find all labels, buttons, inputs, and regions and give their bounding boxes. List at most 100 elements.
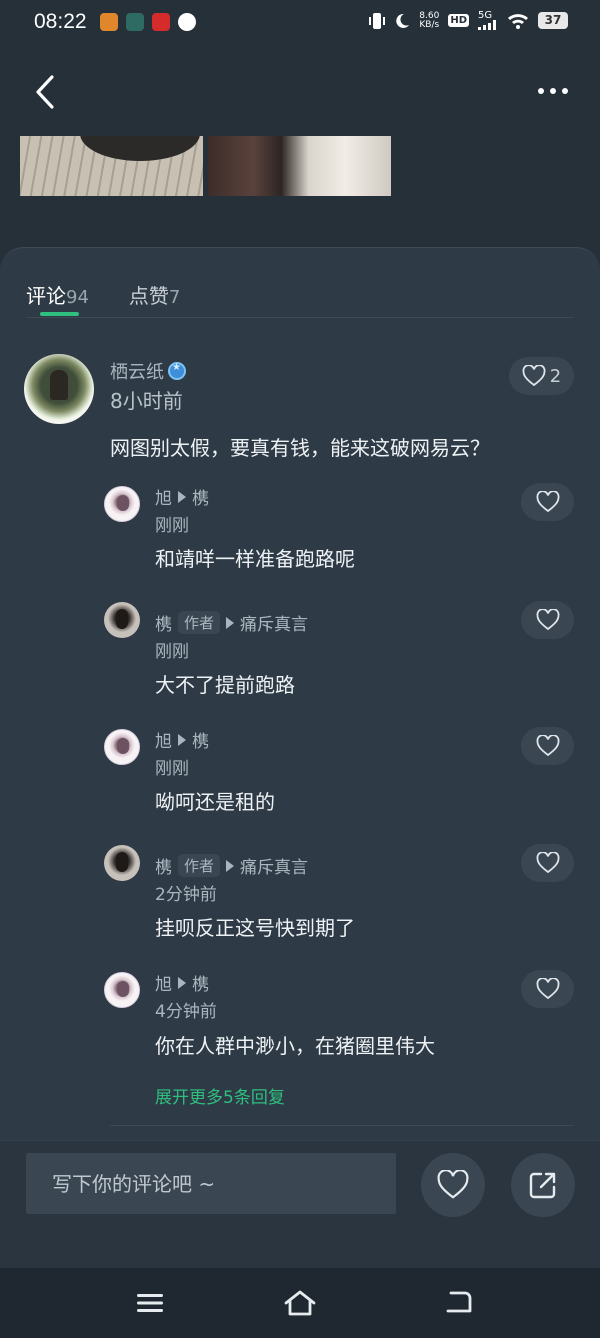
reply-time: 2分钟前 <box>155 885 217 905</box>
comment-tabs: 评论94 点赞7 <box>26 280 180 309</box>
reply-time: 刚刚 <box>155 516 189 536</box>
share-button[interactable] <box>511 1153 575 1217</box>
reply-author-name: 旭 <box>155 489 172 509</box>
vibrate-icon <box>369 12 386 29</box>
divider <box>26 317 574 318</box>
reply-to-name: 槜 <box>192 489 209 509</box>
home-button[interactable] <box>283 1288 317 1318</box>
reply-author[interactable]: 旭槜 <box>155 727 209 752</box>
menu-button[interactable] <box>133 1288 167 1318</box>
app-notification-icon <box>126 13 144 31</box>
signal-icon: 5G <box>478 11 498 30</box>
net-speed-unit: KB/s <box>419 19 440 30</box>
reply-arrow-icon <box>226 616 235 629</box>
reply-arrow-icon <box>226 859 235 872</box>
reply-author[interactable]: 槜作者 痛斥真言 <box>155 853 308 878</box>
menu-icon <box>137 1294 163 1312</box>
reply-content[interactable]: 你在人群中渺小，在猪圈里伟大 <box>155 1030 435 1059</box>
home-icon <box>284 1290 316 1316</box>
heart-icon <box>536 735 559 757</box>
reply-author[interactable]: 槜作者 痛斥真言 <box>155 610 308 635</box>
reply-to-name: 痛斥真言 <box>240 858 309 878</box>
avatar[interactable] <box>104 602 140 638</box>
reply-content[interactable]: 和靖咩一样准备跑路呢 <box>155 543 355 572</box>
reply-author-name: 槜 <box>155 858 172 878</box>
like-count: 2 <box>549 365 562 387</box>
more-options-button[interactable] <box>538 82 572 100</box>
heart-icon <box>437 1170 469 1199</box>
tab-comments[interactable]: 评论94 <box>26 280 89 309</box>
vip-badge-icon <box>168 362 186 380</box>
reply-to-name: 槜 <box>192 975 209 995</box>
like-button[interactable]: 2 <box>509 357 574 395</box>
tab-likes[interactable]: 点赞7 <box>129 280 180 309</box>
reply-author-name: 旭 <box>155 732 172 752</box>
back-button[interactable] <box>30 72 66 112</box>
tab-comments-count: 94 <box>66 287 89 308</box>
hd-icon: HD <box>448 14 469 27</box>
like-button[interactable] <box>521 483 574 521</box>
avatar[interactable] <box>24 354 94 424</box>
like-button[interactable] <box>521 601 574 639</box>
reply-time: 刚刚 <box>155 759 189 779</box>
like-button[interactable] <box>521 844 574 882</box>
post-image[interactable] <box>20 136 203 196</box>
reply-content[interactable]: 呦呵还是租的 <box>155 786 275 815</box>
like-button[interactable] <box>521 970 574 1008</box>
reply-content[interactable]: 大不了提前跑路 <box>155 669 295 698</box>
reply-time: 刚刚 <box>155 642 189 662</box>
signal-label: 5G <box>478 10 493 21</box>
heart-icon <box>536 978 559 1000</box>
app-notification-icon <box>100 13 118 31</box>
reply-time: 4分钟前 <box>155 1002 217 1022</box>
more-dot <box>538 88 544 94</box>
author-tag: 作者 <box>178 854 221 877</box>
notification-icons <box>100 13 196 31</box>
divider <box>110 1125 574 1126</box>
chevron-left-icon <box>36 75 54 109</box>
more-dot <box>562 88 568 94</box>
battery-icon: 37 <box>538 12 568 29</box>
reply-author-name: 旭 <box>155 975 172 995</box>
like-button[interactable] <box>521 727 574 765</box>
reply-author[interactable]: 旭槜 <box>155 970 209 995</box>
wifi-icon <box>508 13 528 29</box>
heart-icon <box>522 365 546 387</box>
tab-likes-label: 点赞 <box>128 284 169 308</box>
comment-time: 8小时前 <box>110 389 183 413</box>
reply-arrow-icon <box>178 733 186 746</box>
status-right: 8.60 KB/s HD 5G 37 <box>369 11 568 30</box>
avatar[interactable] <box>104 729 140 765</box>
post-image[interactable] <box>208 136 391 196</box>
heart-icon <box>536 609 559 631</box>
moon-icon <box>396 13 410 28</box>
comment-content[interactable]: 网图别太假，要真有钱，能来这破网易云？ <box>110 432 490 461</box>
heart-icon <box>536 491 559 513</box>
comment-input[interactable] <box>26 1153 396 1214</box>
system-nav-bar <box>0 1268 600 1338</box>
like-post-button[interactable] <box>421 1153 485 1217</box>
comment-author-name: 栖云纸 <box>110 362 164 383</box>
tab-likes-count: 7 <box>168 287 181 308</box>
status-time: 08:22 <box>34 10 87 33</box>
avatar[interactable] <box>104 486 140 522</box>
reply-arrow-icon <box>178 976 186 989</box>
return-icon <box>446 1291 472 1313</box>
avatar[interactable] <box>104 972 140 1008</box>
share-icon <box>529 1172 556 1199</box>
reply-content[interactable]: 挂呗反正这号快到期了 <box>155 912 355 941</box>
net-speed: 8.60 KB/s <box>419 11 440 30</box>
reply-author[interactable]: 旭槜 <box>155 484 209 509</box>
comment-author[interactable]: 栖云纸 <box>110 358 186 384</box>
app-notification-icon <box>178 13 196 31</box>
expand-replies-link[interactable]: 展开更多5条回复 <box>155 1083 285 1108</box>
reply-to-name: 痛斥真言 <box>240 615 309 635</box>
more-dot <box>550 88 556 94</box>
heart-icon <box>536 852 559 874</box>
reply-to-name: 槜 <box>192 732 209 752</box>
avatar[interactable] <box>104 845 140 881</box>
app-notification-icon <box>152 13 170 31</box>
back-nav-button[interactable] <box>441 1288 475 1318</box>
status-bar: 08:22 8.60 KB/s HD 5G 37 <box>0 0 600 46</box>
tab-comments-label: 评论 <box>26 284 66 308</box>
